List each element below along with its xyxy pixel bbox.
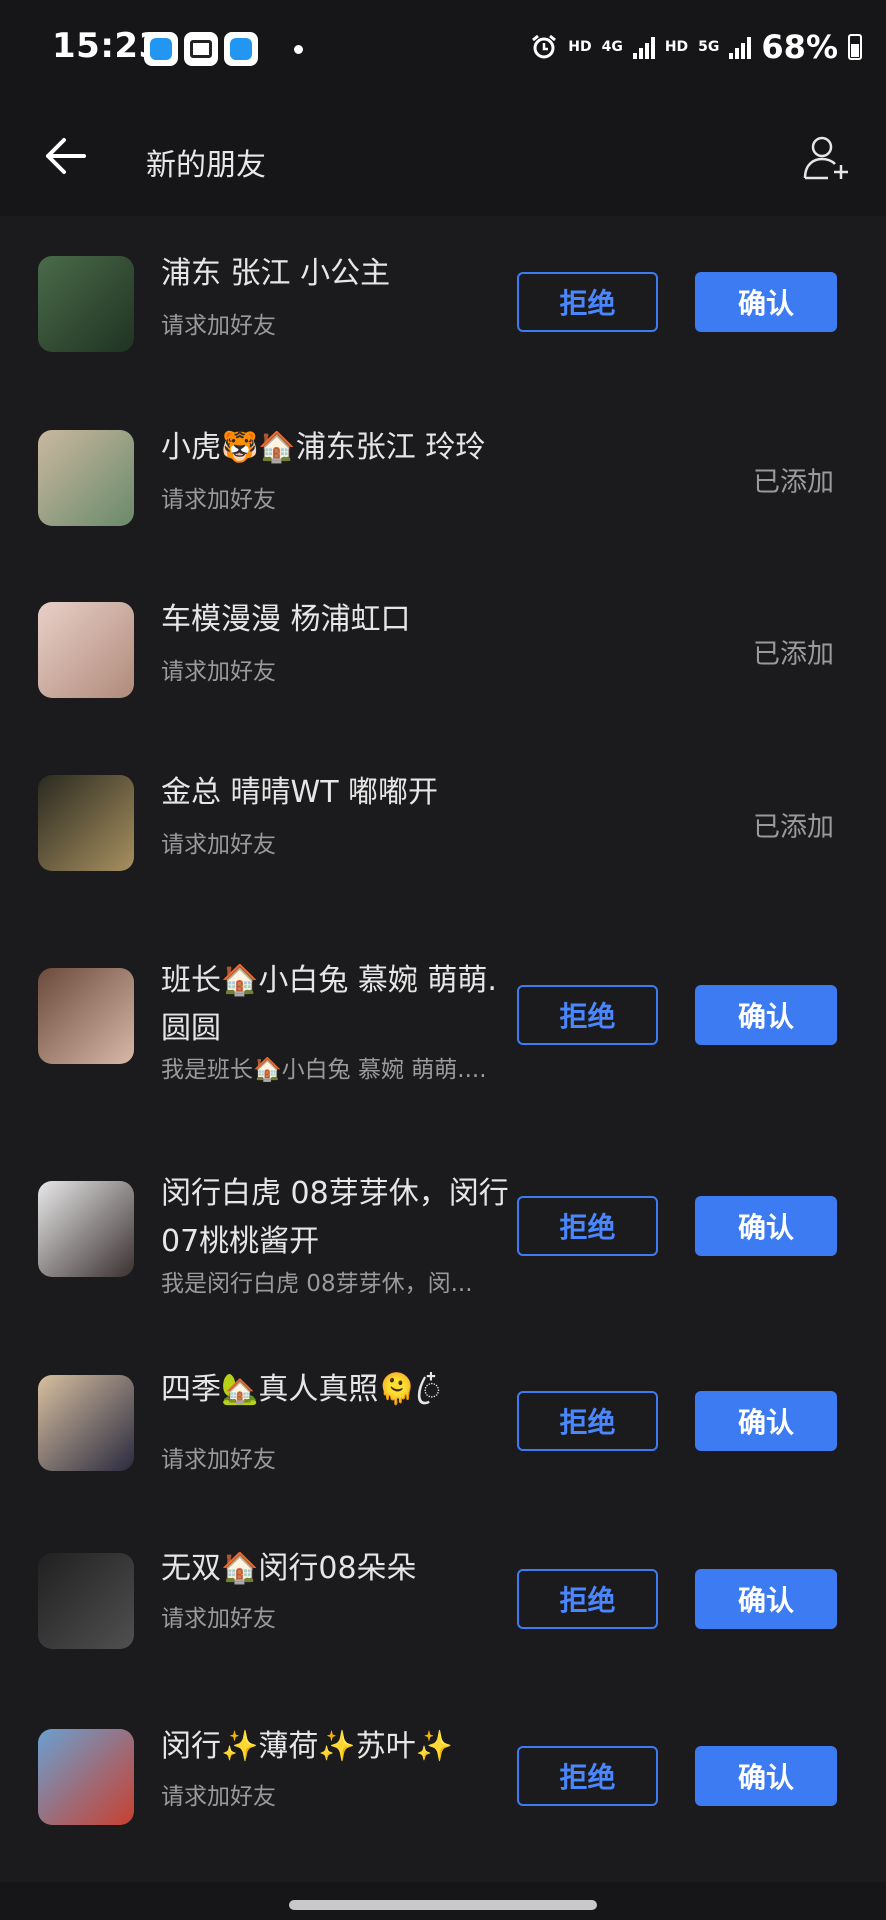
friend-name: 小虎🐯🏠浦东张江 玲玲 <box>161 430 486 465</box>
friend-name: 浦东 张江 小公主 <box>161 256 391 291</box>
hd-label: HD <box>568 39 592 55</box>
gallery-icon <box>184 32 218 66</box>
friend-name: 班长🏠小白兔 慕婉 萌萌.圆圆 <box>161 963 497 1046</box>
avatar[interactable] <box>38 256 134 352</box>
added-status: 已添加 <box>753 812 834 843</box>
alarm-icon <box>532 34 557 59</box>
friend-name: 无双🏠闵行08朵朵 <box>161 1551 417 1586</box>
avatar[interactable] <box>38 968 134 1064</box>
reject-button[interactable]: 拒绝 <box>517 1746 658 1806</box>
page-title: 新的朋友 <box>146 148 266 183</box>
avatar[interactable] <box>38 430 134 526</box>
reject-button[interactable]: 拒绝 <box>517 1391 658 1451</box>
request-message: 请求加好友 <box>161 313 276 339</box>
added-status: 已添加 <box>753 639 834 670</box>
avatar[interactable] <box>38 602 134 698</box>
reject-button[interactable]: 拒绝 <box>517 1569 658 1629</box>
confirm-button[interactable]: 确认 <box>695 1391 837 1451</box>
more-notifications-icon <box>294 44 303 54</box>
battery-percent: 68% <box>761 28 838 66</box>
request-message: 请求加好友 <box>161 659 276 685</box>
notification-icons <box>144 32 303 66</box>
navigation-bar <box>0 1882 886 1920</box>
confirm-button[interactable]: 确认 <box>695 1746 837 1806</box>
app-notification-icon <box>144 32 178 66</box>
avatar[interactable] <box>38 775 134 871</box>
avatar[interactable] <box>38 1553 134 1649</box>
network-4g-label: 4G <box>601 39 623 55</box>
arrow-left-icon[interactable] <box>44 136 88 176</box>
status-right: HD 4G HD 5G 68% <box>530 28 862 66</box>
friend-name: 闵行白虎 08芽芽休，闵行07桃桃酱开 <box>161 1176 509 1259</box>
request-message: 请求加好友 <box>161 1447 276 1473</box>
added-status: 已添加 <box>753 467 834 498</box>
reject-button[interactable]: 拒绝 <box>517 272 658 332</box>
reject-button[interactable]: 拒绝 <box>517 985 658 1045</box>
signal-icon <box>632 35 655 59</box>
confirm-button[interactable]: 确认 <box>695 1196 837 1256</box>
confirm-button[interactable]: 确认 <box>695 1569 837 1629</box>
request-message: 请求加好友 <box>161 1784 276 1810</box>
confirm-button[interactable]: 确认 <box>695 272 837 332</box>
app-notification-icon <box>224 32 258 66</box>
app-header: 新的朋友 <box>0 96 886 216</box>
status-bar: 15:23 HD 4G HD 5G 68% <box>0 0 886 96</box>
avatar[interactable] <box>38 1375 134 1471</box>
friend-name: 四季🏡真人真照🫠ꦿ໋ <box>161 1372 441 1407</box>
add-user-icon[interactable] <box>802 134 850 182</box>
confirm-button[interactable]: 确认 <box>695 985 837 1045</box>
signal-icon <box>729 35 752 59</box>
request-message: 请求加好友 <box>161 832 276 858</box>
home-gesture-bar[interactable] <box>289 1900 597 1910</box>
avatar[interactable] <box>38 1729 134 1825</box>
reject-button[interactable]: 拒绝 <box>517 1196 658 1256</box>
request-message: 请求加好友 <box>161 1606 276 1632</box>
request-message: 我是班长🏠小白兔 慕婉 萌萌.... <box>161 1057 487 1083</box>
avatar[interactable] <box>38 1181 134 1277</box>
friend-name: 车模漫漫 杨浦虹口 <box>161 602 411 637</box>
friend-name: 金总 晴晴WT 嘟嘟开 <box>161 775 439 810</box>
request-message: 请求加好友 <box>161 487 276 513</box>
battery-icon <box>848 34 862 60</box>
request-message: 我是闵行白虎 08芽芽休，闵... <box>161 1271 473 1297</box>
hd-label: HD <box>664 39 689 55</box>
network-5g-label: 5G <box>698 39 720 55</box>
friend-name: 闵行✨薄荷✨苏叶✨ <box>161 1729 454 1764</box>
